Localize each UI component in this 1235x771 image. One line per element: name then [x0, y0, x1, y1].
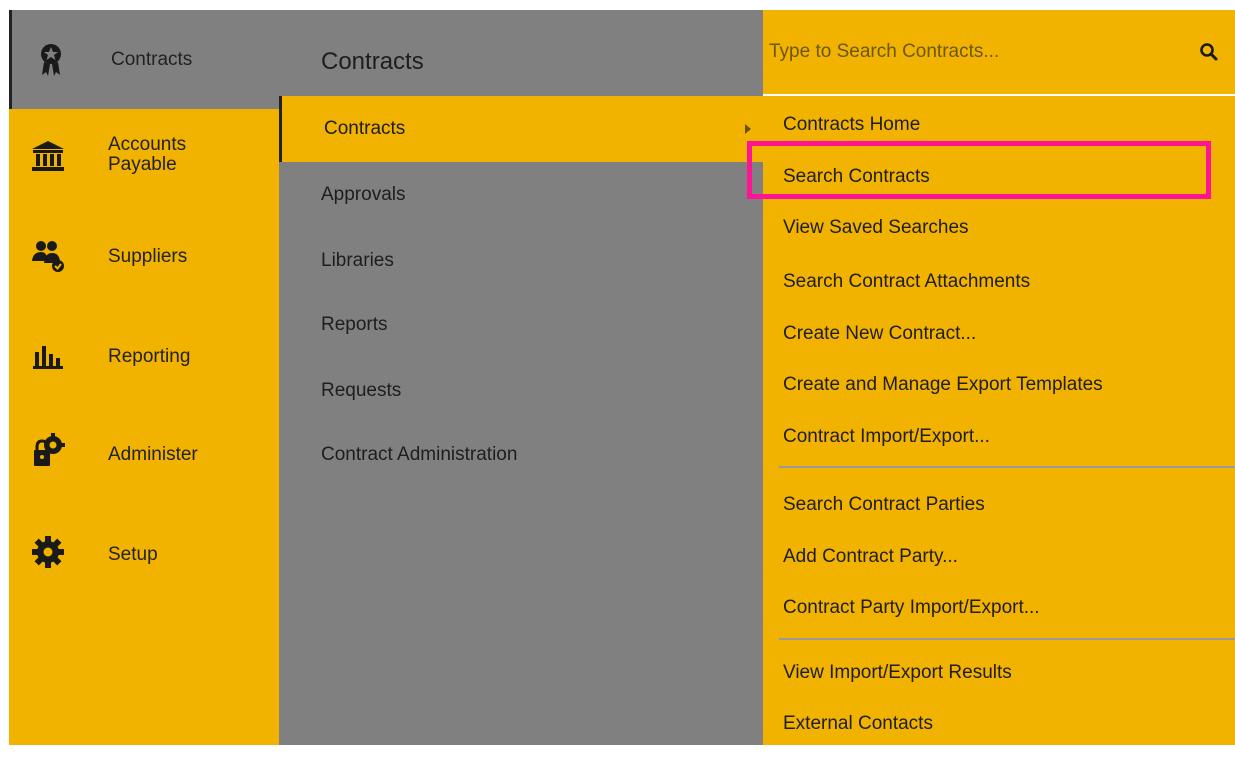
mid-item-reports[interactable]: Reports: [279, 294, 763, 360]
rail-label-suppliers: Suppliers: [108, 246, 188, 267]
rail-item-contracts[interactable]: Contracts: [9, 10, 279, 109]
rail-label-accounts-payable: Accounts Payable: [108, 134, 187, 175]
menu-add-contract-party[interactable]: Add Contract Party...: [783, 546, 958, 568]
mid-item-label: Approvals: [321, 184, 406, 205]
menu-contract-party-import-export[interactable]: Contract Party Import/Export...: [783, 597, 1040, 619]
users-icon: [31, 239, 65, 273]
search-icon[interactable]: [1199, 42, 1221, 64]
mid-item-label: Libraries: [321, 250, 394, 271]
rail-item-reporting[interactable]: Reporting: [9, 305, 279, 403]
mid-item-label: Reports: [321, 314, 388, 335]
menu-external-contacts[interactable]: External Contacts: [783, 713, 933, 735]
rail-item-administer[interactable]: Administer: [9, 403, 279, 501]
mid-item-label: Requests: [321, 380, 402, 401]
rail-label-administer: Administer: [108, 444, 198, 465]
mid-item-requests[interactable]: Requests: [279, 360, 763, 426]
search-input[interactable]: [769, 34, 1169, 70]
navigation-menu: Contracts Accounts Payable Suppliers Rep…: [9, 10, 1235, 745]
bar-chart-icon: [31, 339, 65, 373]
search-bar: [763, 10, 1235, 96]
mid-item-label: Contract Administration: [321, 444, 518, 465]
menu-search-contract-parties[interactable]: Search Contract Parties: [783, 494, 985, 516]
bank-icon: [31, 139, 65, 173]
menu-divider: [779, 466, 1235, 468]
rail-item-accounts-payable[interactable]: Accounts Payable: [9, 109, 279, 207]
menu-create-new-contract[interactable]: Create New Contract...: [783, 323, 976, 345]
award-ribbon-icon: [34, 43, 68, 77]
mid-item-label: Contracts: [324, 118, 406, 139]
contracts-submenu-column: Contracts Contracts Approvals Libraries …: [279, 10, 763, 745]
lock-gear-icon: [31, 433, 65, 467]
menu-divider: [779, 638, 1235, 640]
mid-item-libraries[interactable]: Libraries: [279, 228, 763, 294]
rail-label-setup: Setup: [108, 544, 158, 565]
rail-item-suppliers[interactable]: Suppliers: [9, 207, 279, 305]
menu-contracts-home[interactable]: Contracts Home: [783, 114, 920, 136]
contracts-actions-panel: Contracts Home Search Contracts View Sav…: [763, 10, 1235, 745]
menu-search-contract-attachments[interactable]: Search Contract Attachments: [783, 271, 1030, 293]
menu-view-import-export-results[interactable]: View Import/Export Results: [783, 662, 1012, 684]
mid-item-contracts[interactable]: Contracts: [279, 96, 763, 162]
menu-create-manage-export-templates[interactable]: Create and Manage Export Templates: [783, 374, 1103, 396]
menu-contract-import-export[interactable]: Contract Import/Export...: [783, 426, 990, 448]
rail-label-reporting: Reporting: [108, 346, 191, 367]
rail-item-setup[interactable]: Setup: [9, 501, 279, 599]
menu-view-saved-searches[interactable]: View Saved Searches: [783, 217, 969, 239]
highlight-box: [747, 141, 1211, 199]
caret-right-icon: [745, 124, 751, 134]
mid-item-contract-administration[interactable]: Contract Administration: [279, 426, 763, 492]
main-nav-rail: Contracts Accounts Payable Suppliers Rep…: [9, 10, 279, 745]
gear-icon: [31, 535, 65, 569]
rail-label-contracts: Contracts: [111, 49, 193, 70]
column-title: Contracts: [321, 48, 424, 75]
mid-item-approvals[interactable]: Approvals: [279, 162, 763, 228]
